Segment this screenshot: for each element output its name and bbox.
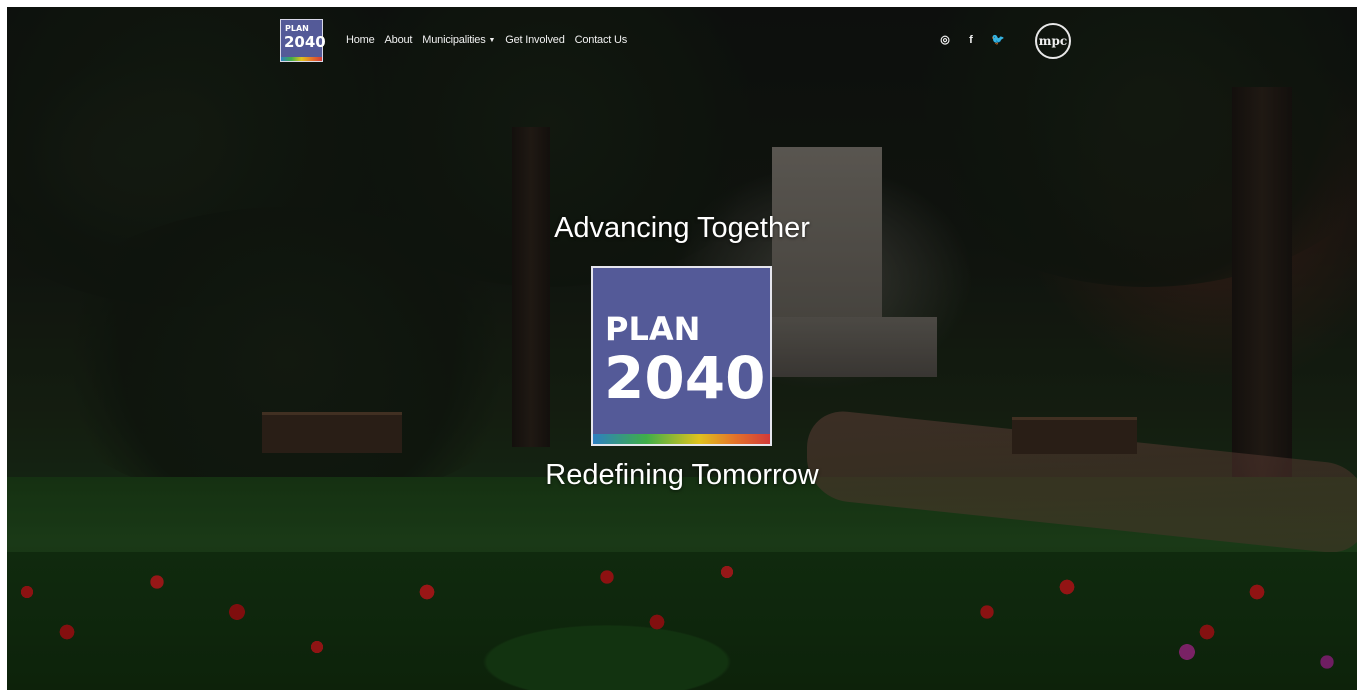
top-nav: PLAN 2040 Home About Municipalities ▼ Get… — [7, 7, 1357, 77]
instagram-icon[interactable]: ◎ — [939, 33, 951, 47]
hero-logo-line2: 2040 — [604, 344, 766, 412]
main-menu: Home About Municipalities ▼ Get Involved … — [346, 34, 637, 46]
nav-logo-line2: 2040 — [284, 33, 326, 51]
mpc-logo[interactable]: mpc — [1035, 23, 1071, 59]
nav-home-link[interactable]: Home — [346, 34, 375, 46]
plan2040-nav-logo[interactable]: PLAN 2040 — [280, 19, 326, 62]
hero-tagline-top: Advancing Together — [554, 212, 810, 244]
hero-tagline-bottom: Redefining Tomorrow — [545, 459, 819, 491]
spectrum-bar — [593, 434, 770, 444]
nav-contact-us-link[interactable]: Contact Us — [575, 34, 628, 46]
nav-logo-line1: PLAN — [285, 24, 309, 33]
caret-down-icon: ▼ — [488, 37, 496, 44]
nav-about-link[interactable]: About — [385, 34, 413, 46]
nav-municipalities-label: Municipalities — [422, 34, 486, 46]
hero-logo-line1: PLAN — [605, 310, 701, 348]
facebook-icon[interactable]: f — [965, 33, 977, 47]
nav-municipalities-dropdown[interactable]: Municipalities ▼ — [422, 34, 495, 46]
nav-get-involved-link[interactable]: Get Involved — [505, 34, 565, 46]
plan2040-hero-logo: PLAN 2040 — [591, 266, 772, 446]
hero-section: PLAN 2040 Home About Municipalities ▼ Get… — [7, 7, 1357, 690]
twitter-icon[interactable]: 🐦 — [991, 33, 1005, 47]
social-links: ◎ f 🐦 — [939, 33, 1005, 47]
spectrum-bar — [281, 57, 322, 61]
